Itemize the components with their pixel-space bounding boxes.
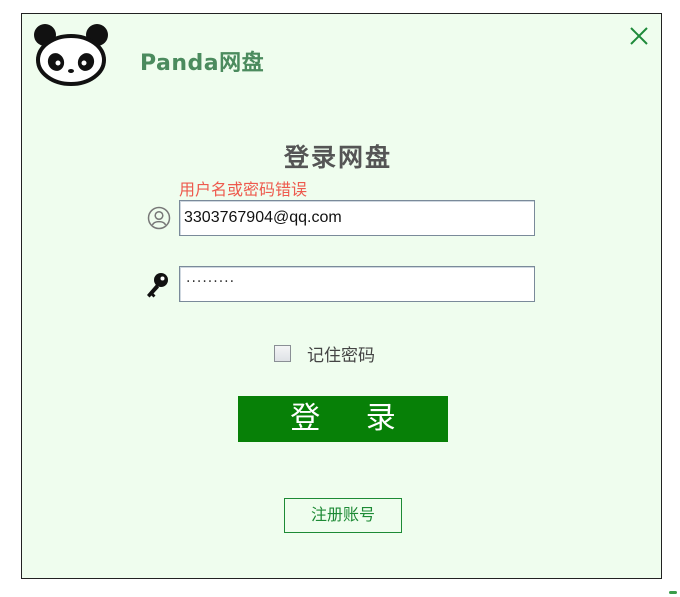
register-button[interactable]: 注册账号 [284,498,402,533]
user-icon [147,206,171,230]
username-field[interactable] [179,200,535,236]
remember-label: 记住密码 [307,346,375,366]
remember-checkbox[interactable] [274,345,291,362]
panda-logo [34,24,108,86]
error-message: 用户名或密码错误 [179,180,308,199]
remember-password[interactable]: 记住密码 [274,341,375,366]
app-title: Panda网盘 [140,51,265,76]
login-heading: 登录网盘 [284,143,393,172]
login-window: Panda网盘 登录网盘 用户名或密码错误 ········· 记住密码 登 录… [21,13,662,579]
password-mask: ········· [186,274,236,290]
corner-mark [669,591,677,594]
key-icon [147,273,168,298]
password-field[interactable]: ········· [179,266,535,302]
login-button[interactable]: 登 录 [238,396,448,442]
username-input[interactable] [180,201,534,235]
close-icon[interactable] [627,24,651,48]
